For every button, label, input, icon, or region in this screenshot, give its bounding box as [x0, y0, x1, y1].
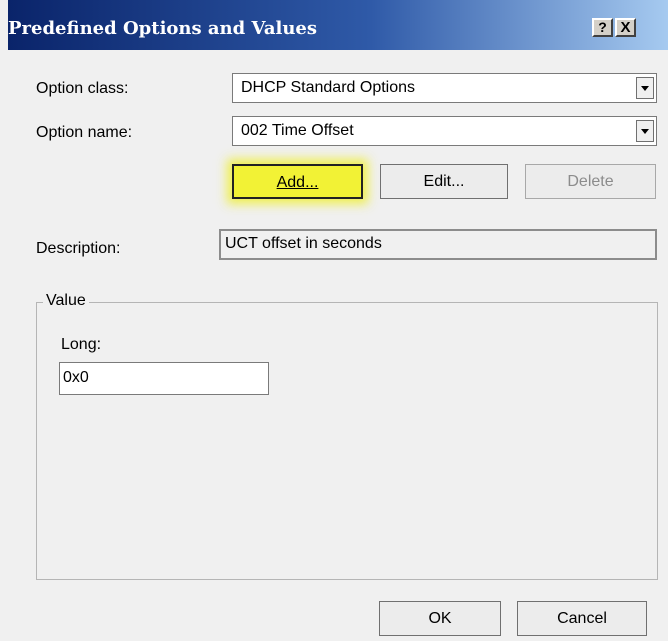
option-name-value: 002 Time Offset: [241, 122, 354, 139]
option-name-label: Option name:: [36, 124, 133, 141]
description-value: UCT offset in seconds: [225, 235, 382, 252]
long-value-text: 0x0: [63, 369, 89, 386]
value-groupbox: [36, 302, 658, 580]
long-value-input[interactable]: 0x0: [59, 362, 269, 395]
edit-button[interactable]: Edit...: [380, 164, 508, 199]
close-button[interactable]: X: [615, 18, 636, 37]
description-field: UCT offset in seconds: [219, 229, 657, 260]
option-class-select[interactable]: DHCP Standard Options: [232, 73, 657, 103]
add-button-label: Add...: [276, 174, 319, 191]
help-icon: ?: [598, 19, 607, 35]
delete-button-label: Delete: [567, 173, 614, 190]
delete-button: Delete: [525, 164, 656, 199]
dialog-title: Predefined Options and Values: [8, 18, 317, 39]
title-bar[interactable]: Predefined Options and Values ? X: [8, 0, 668, 50]
long-label: Long:: [61, 336, 102, 353]
help-button[interactable]: ?: [592, 18, 613, 37]
description-label: Description:: [36, 240, 121, 257]
ok-button[interactable]: OK: [379, 601, 501, 636]
ok-button-label: OK: [428, 610, 452, 627]
edit-button-label: Edit...: [423, 173, 465, 190]
option-class-label: Option class:: [36, 80, 129, 97]
value-group-title: Value: [43, 292, 89, 310]
chevron-down-icon[interactable]: [636, 77, 654, 99]
option-name-select[interactable]: 002 Time Offset: [232, 116, 657, 146]
option-class-value: DHCP Standard Options: [241, 79, 416, 96]
cancel-button-label: Cancel: [557, 610, 607, 627]
predefined-options-dialog: Predefined Options and Values ? X Option…: [0, 0, 668, 641]
close-icon: X: [620, 19, 631, 36]
chevron-down-icon[interactable]: [636, 120, 654, 142]
add-button[interactable]: Add...: [232, 164, 363, 199]
cancel-button[interactable]: Cancel: [517, 601, 647, 636]
